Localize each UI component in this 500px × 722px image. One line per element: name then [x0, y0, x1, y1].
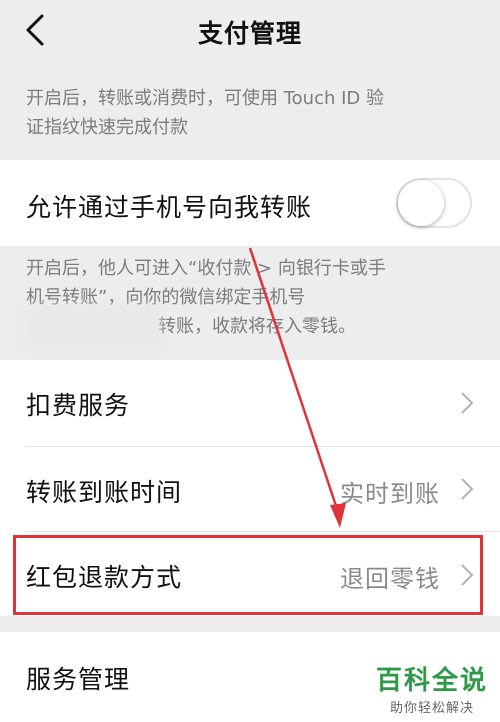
watermark-subtitle: 助你轻松解决	[389, 701, 474, 716]
annotation-arrow	[248, 247, 346, 528]
watermark-title: 百科全说	[375, 666, 488, 696]
watermark-logo: 百科全说 助你轻松解决	[376, 660, 488, 716]
